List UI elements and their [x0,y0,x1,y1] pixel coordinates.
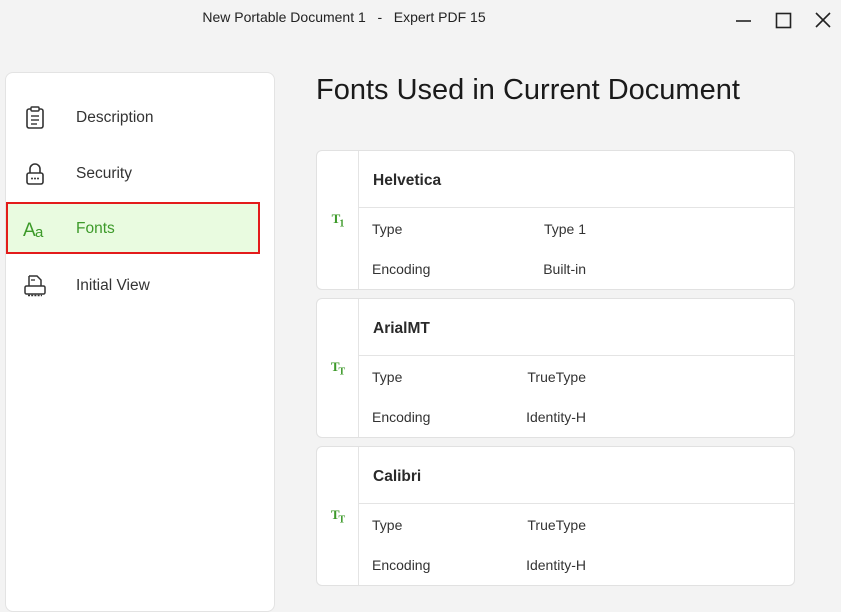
clipboard-icon [22,105,48,131]
sidebar-item-initial-view[interactable]: Initial View [6,259,274,315]
encoding-value: Identity-H [526,557,586,573]
sidebar-item-label: Initial View [76,277,150,294]
encoding-value: Built-in [543,261,586,277]
type-label: Type [372,517,403,533]
printer-view-icon [22,273,48,299]
type-label: Type [372,221,403,237]
truetype-font-icon: TT [330,506,345,526]
font-list: T1 Helvetica Type Type 1 Encoding Built-… [316,150,795,594]
close-button[interactable] [811,8,835,32]
maximize-icon [775,12,792,29]
type-label: Type [372,369,403,385]
type1-font-icon: T1 [331,210,345,230]
window-title: New Portable Document 1 - Expert PDF 15 [202,9,486,25]
encoding-label: Encoding [372,409,431,425]
sidebar-item-fonts[interactable]: Aa Fonts [6,202,260,254]
sidebar-item-security[interactable]: Security [6,147,274,203]
type-value: TrueType [527,517,586,533]
sidebar: Description Security Aa Fonts Initial Vi… [5,72,275,612]
maximize-button[interactable] [771,8,795,32]
encoding-value: Identity-H [526,409,586,425]
sidebar-item-label: Description [76,109,154,126]
font-card: T1 Helvetica Type Type 1 Encoding Built-… [316,150,795,290]
svg-text:a: a [35,224,44,241]
sidebar-item-label: Security [76,165,132,182]
font-name: Calibri [373,468,422,485]
close-icon [815,12,831,28]
type-value: TrueType [527,369,586,385]
font-card: TT ArialMT Type TrueType Encoding Identi… [316,298,795,438]
font-name: ArialMT [373,320,430,337]
encoding-label: Encoding [372,557,431,573]
font-aa-icon: Aa [22,216,48,242]
truetype-font-icon: TT [330,358,345,378]
encoding-label: Encoding [372,261,431,277]
lock-icon [22,161,48,187]
minimize-button[interactable] [731,8,755,32]
sidebar-item-description[interactable]: Description [6,91,274,147]
page-title: Fonts Used in Current Document [316,74,740,106]
title-bar: New Portable Document 1 - Expert PDF 15 [0,0,841,40]
font-name: Helvetica [373,172,442,189]
font-card: TT Calibri Type TrueType Encoding Identi… [316,446,795,586]
minimize-icon [736,20,751,22]
type-value: Type 1 [543,221,586,237]
sidebar-item-label: Fonts [76,220,115,237]
